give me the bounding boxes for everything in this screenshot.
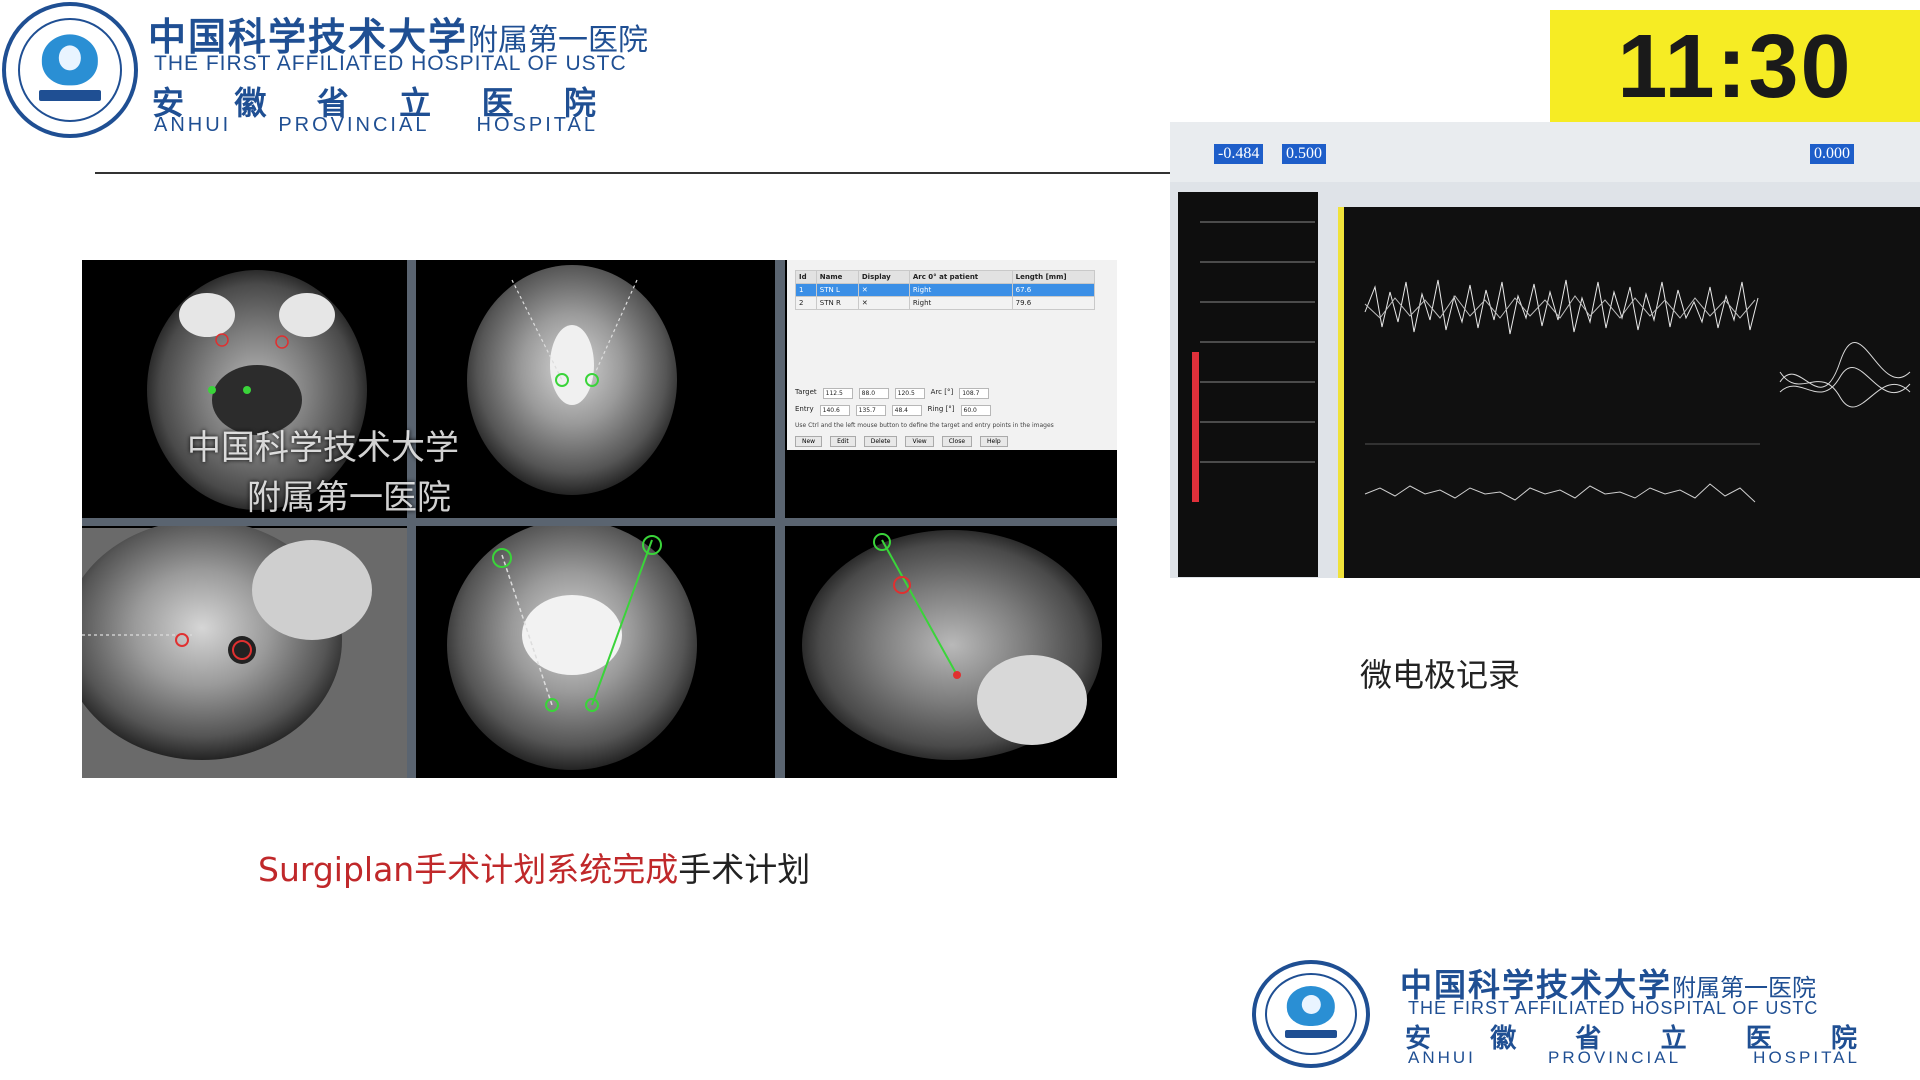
pane-divider [82,518,1117,526]
ring-field[interactable]: 60.0 [960,405,991,416]
edit-button[interactable]: Edit [830,436,856,447]
header-divider [95,172,1170,174]
watermark-line1: 中国科学技术大学 [187,428,459,468]
table-header: Id [795,270,817,284]
table-header: Arc 0° at patient [908,270,1013,284]
recording-caption: 微电极记录 [1360,656,1521,694]
entry-y-field[interactable]: 135.7 [855,405,886,416]
footer-hospital-name-en: THE FIRST AFFILIATED HOSPITAL OF USTC [1408,998,1819,1018]
microelectrode-recording-screen: -0.484 0.500 0.000 [1170,122,1920,578]
target-z-field[interactable]: 120.5 [894,388,925,399]
hospital-seal-logo [2,2,138,138]
target-y-field[interactable]: 88.0 [858,388,889,399]
trajectory-table: Id Name Display Arc 0° at patient Length… [795,270,1096,310]
help-button[interactable]: Help [980,436,1008,447]
spike-traces [1200,221,1911,503]
new-button[interactable]: New [795,436,823,447]
entry-x-field[interactable]: 140.6 [819,405,850,416]
entry-coords: Entry 140.6 135.7 48.4 Ring [°] 60.0 [795,405,991,416]
view-button[interactable]: View [905,436,934,447]
plan-hint: Use Ctrl and the left mouse button to de… [795,422,1054,429]
target-coords: Target 112.5 88.0 120.5 Arc [°] 108.7 [795,388,990,399]
table-header: Display [857,270,910,284]
watermark-line2: 附属第一医院 [247,478,451,518]
caption-suffix: 手术计划 [678,850,811,889]
table-header: Length [mm] [1011,270,1096,284]
table-header: Name [815,270,859,284]
close-button[interactable]: Close [941,436,973,447]
target-x-field[interactable]: 112.5 [822,388,853,399]
arc-field[interactable]: 108.7 [959,388,990,399]
entry-z-field[interactable]: 48.4 [891,405,922,416]
clock-time: 11:30 [1617,17,1853,117]
caption-highlight: Surgiplan手术计划系统完成 [258,850,679,889]
delete-button[interactable]: Delete [863,436,898,447]
table-row[interactable]: 1 STN L ✕ Right 67.6 [795,283,1096,297]
clock-badge: 11:30 [1550,10,1920,122]
trajectory-plan-window: Id Name Display Arc 0° at patient Length… [787,260,1117,450]
provincial-name-en: ANHUI PROVINCIAL HOSPITAL [154,114,598,136]
surgiplan-mri-collage: Id Name Display Arc 0° at patient Length… [82,260,1117,778]
table-row[interactable]: 2 STN R ✕ Right 79.6 [795,296,1096,310]
hospital-seal-logo-footer [1252,960,1370,1068]
plan-buttons: New Edit Delete View Close Help [795,436,1008,447]
footer-provincial-name-en: ANHUI PROVINCIAL HOSPITAL [1408,1048,1860,1067]
hospital-name-en: THE FIRST AFFILIATED HOSPITAL OF USTC [154,52,627,75]
surgiplan-caption: Surgiplan手术计划系统完成手术计划 [258,843,810,891]
